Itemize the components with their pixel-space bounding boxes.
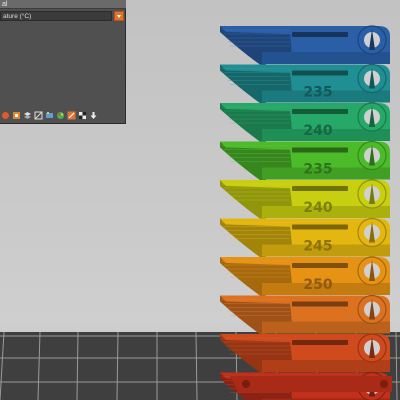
tower-segment [220, 333, 390, 374]
tool-palette-icon[interactable] [56, 111, 65, 120]
temperature-label: 235 [303, 85, 332, 101]
base-hole-icon [242, 380, 250, 388]
tower-segment: 245 [220, 217, 390, 259]
tool-hatch-icon[interactable] [34, 111, 43, 120]
tool-layers-icon[interactable] [23, 111, 32, 120]
tower-segment: 250 [220, 256, 390, 297]
tower-segment: 240 [220, 179, 390, 220]
tower-base [230, 376, 392, 392]
temperature-label: 250 [303, 277, 332, 293]
tower-segment: 235 [220, 63, 390, 105]
temperature-label: 240 [303, 123, 332, 139]
toolbar [0, 108, 126, 122]
base-hole-icon [380, 380, 388, 388]
tower-segment: 240 [220, 102, 390, 143]
panel-title: al [0, 0, 126, 9]
tower-segment: 235 [220, 140, 390, 182]
temperature-label: 235 [303, 162, 332, 178]
tool-orange-icon[interactable] [12, 111, 21, 120]
temperature-field[interactable]: ature (°C) [0, 11, 112, 21]
settings-panel: al ature (°C) [0, 0, 126, 124]
tower-segment [220, 294, 390, 336]
dropdown-button[interactable] [114, 11, 124, 21]
tool-scale-icon[interactable] [67, 111, 76, 120]
temperature-label: 240 [303, 200, 332, 216]
tool-arrow-icon[interactable] [89, 111, 98, 120]
temperature-label: 245 [303, 239, 332, 255]
tower-segment [220, 25, 390, 66]
tool-paint-icon[interactable] [45, 111, 54, 120]
tool-cube-icon[interactable] [78, 111, 87, 120]
tool-red-icon[interactable] [1, 111, 10, 120]
